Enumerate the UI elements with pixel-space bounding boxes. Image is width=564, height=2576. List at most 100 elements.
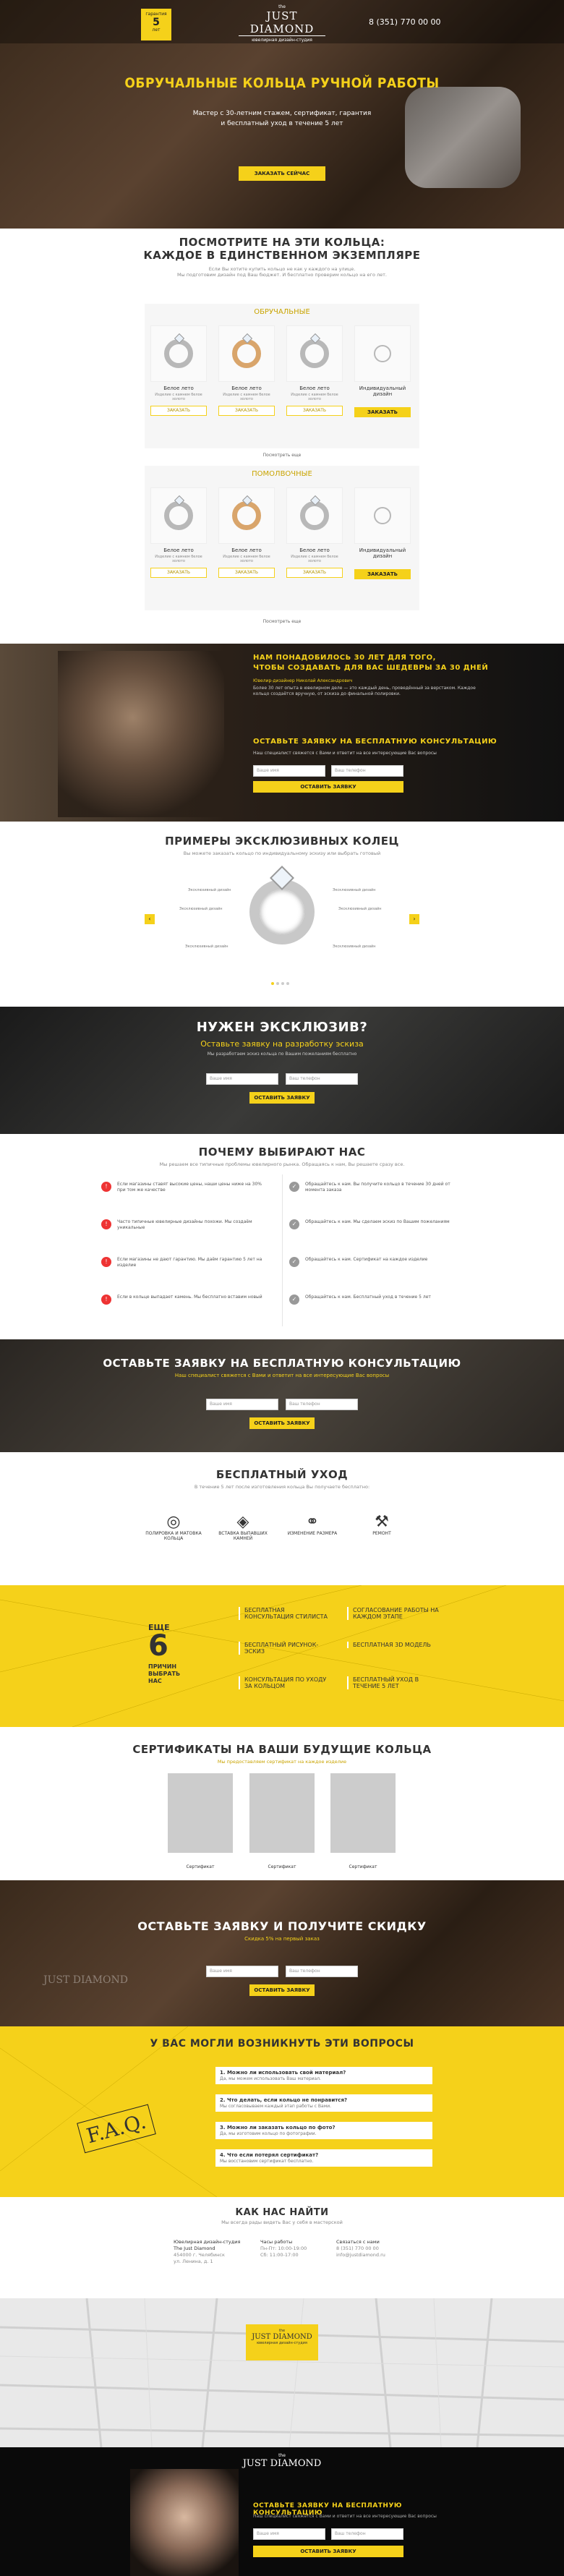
name-input[interactable]: Ваше имя [206,1966,278,1977]
slider-dot[interactable] [281,982,284,985]
ring-image [218,325,275,382]
faq-item[interactable]: 2. Что делать, если кольцо не понравится… [215,2094,432,2112]
ring-card[interactable]: Белое лето Изделие с камнем белое золото… [150,487,207,589]
slider-dot[interactable] [271,982,274,985]
ring-icon: ◎ [166,1513,181,1531]
ring-image [150,487,207,544]
certificate-image[interactable] [249,1773,315,1853]
ring-card[interactable]: Белое лето Изделие с камнем белое золото… [150,325,207,427]
problem-text: Если магазины не дают гарантию. Мы даём … [117,1257,262,1268]
reason-item: БЕСПЛАТНЫЙ УХОД В ТЕЧЕНИЕ 5 ЛЕТ [347,1676,441,1689]
order-button[interactable]: ЗАКАЗАТЬ [286,568,343,578]
hero-line2: и бесплатный уход в течение 5 лет [221,120,343,127]
why-title: ПОЧЕМУ ВЫБИРАЮТ НАС [198,1146,366,1159]
exclusive-section: НУЖЕН ЭКСКЛЮЗИВ? Оставьте заявку на разр… [0,1007,564,1134]
map-section[interactable]: the JUST DIAMOND ювелирная дизайн-студия [0,2298,564,2447]
header: гарантия 5 лет the JUST DIAMOND ювелирна… [0,0,564,43]
marker-logo-tag: ювелирная дизайн-студия [257,2341,307,2345]
example-label: Эксклюзивный дизайн [333,944,376,949]
group-engagement: ПОМОЛВОЧНЫЕ Белое лето Изделие с камнем … [145,466,419,610]
certs-section: СЕРТИФИКАТЫ НА ВАШИ БУДУЩИЕ КОЛЬЦА Мы пр… [0,1727,564,1880]
slider-dot[interactable] [286,982,289,985]
name-input[interactable]: Ваше имя [253,2528,325,2540]
custom-image [354,325,411,382]
example-label: Эксклюзивный дизайн [185,944,228,949]
ring-name: Белое лето [231,547,262,553]
faq-item[interactable]: 3. Можно ли заказать кольцо по фото? Да, … [215,2122,432,2139]
phone-input[interactable]: Ваш телефон [286,1966,358,1977]
consult-submit-button[interactable]: ОСТАВИТЬ ЗАЯВКУ [249,1417,315,1429]
solution-text: Обращайтесь к нам. Бесплатный уход в теч… [305,1295,431,1300]
faq-item[interactable]: 4. Что если потерял сертификат? Мы восста… [215,2149,432,2167]
footer-form-sub: Наш специалист свяжется с Вами и ответит… [253,2514,437,2519]
order-button[interactable]: ЗАКАЗАТЬ [354,407,411,417]
examples-sub: Вы можете заказать кольцо по индивидуаль… [183,850,381,856]
more-link[interactable]: Посмотреть еще [0,619,564,624]
why-section: ПОЧЕМУ ВЫБИРАЮТ НАС Мы решаем все типичн… [0,1134,564,1339]
slider-dots[interactable] [271,982,293,985]
reason-item: БЕСПЛАТНЫЙ РИСУНОК-ЭСКИЗ [239,1642,333,1655]
stone-icon: ◈ [236,1513,249,1531]
footer-submit-button[interactable]: ОСТАВИТЬ ЗАЯВКУ [253,2546,403,2557]
discount-submit-button[interactable]: ОСТАВИТЬ ЗАЯВКУ [249,1984,315,1996]
custom-design-card[interactable]: Индивидуальный дизайн ЗАКАЗАТЬ [354,487,411,589]
certificate-label: Сертификат [186,1864,215,1869]
ring-name: Белое лето [163,385,194,391]
care-title: БЕСПЛАТНЫЙ УХОД [215,1468,349,1481]
ring-card[interactable]: Белое лето Изделие с камнем белое золото… [218,487,275,589]
order-button[interactable]: ЗАКАЗАТЬ [354,569,411,579]
certs-sub: Мы предоставляем сертификат на каждое из… [217,1759,347,1765]
hammer-icon: ⚒ [375,1513,389,1531]
contact-line[interactable]: info@justdiamond.ru [336,2252,437,2259]
care-sub: В течение 5 лет после изготовления кольц… [194,1484,370,1490]
reasons-section: ЕЩЕ 6 ПРИЧИН ВЫБРАТЬ НАС БЕСПЛАТНАЯ КОНС… [0,1585,564,1727]
name-input[interactable]: Ваше имя [206,1073,278,1085]
next-arrow[interactable]: › [409,914,419,924]
phone-input[interactable]: Ваш телефон [331,2528,403,2540]
logo[interactable]: the JUST DIAMOND ювелирная дизайн-студия [239,4,325,43]
header-phone[interactable]: 8 (351) 770 00 00 [369,17,441,27]
custom-name: Индивидуальный дизайн [359,385,406,397]
certificate-image[interactable] [330,1773,396,1853]
exclusive-note: Мы разработаем эскиз кольца по Вашим пож… [207,1052,357,1057]
phone-input[interactable]: Ваш телефон [286,1073,358,1085]
master-form-title: ОСТАВЬТЕ ЗАЯВКУ НА БЕСПЛАТНУЮ КОНСУЛЬТАЦ… [253,738,497,746]
ring-name: Белое лето [299,385,330,391]
problem-icon: ! [101,1257,111,1267]
order-button[interactable]: ЗАКАЗАТЬ [150,568,207,578]
faq-question: 4. Что если потерял сертификат? [220,2152,319,2158]
master-submit-button[interactable]: ОСТАВИТЬ ЗАЯВКУ [253,781,403,793]
solution-icon: ✓ [289,1182,299,1192]
care-item: ⚒ РЕМОНТ [353,1513,411,1536]
phone-input[interactable]: Ваш телефон [331,765,403,777]
order-button[interactable]: ЗАКАЗАТЬ [218,406,275,416]
more-link[interactable]: Посмотреть еще [0,453,564,458]
why-divider [282,1174,283,1326]
ring-card[interactable]: Белое лето Изделие с камнем белое золото… [286,325,343,427]
solution-text: Обращайтесь к нам. Сертификат на каждое … [305,1257,428,1262]
footer-logo-top: the [278,2453,286,2458]
order-button[interactable]: ЗАКАЗАТЬ [286,406,343,416]
certificate-image[interactable] [168,1773,233,1853]
contact-line[interactable]: 8 (351) 770 00 00 [336,2246,437,2252]
name-input[interactable]: Ваше имя [206,1399,278,1410]
slider-dot[interactable] [276,982,279,985]
hero-order-button[interactable]: ЗАКАЗАТЬ СЕЙЧАС [239,166,325,181]
footer-logo: the JUST DIAMOND [239,2453,325,2469]
map-marker[interactable]: the JUST DIAMOND ювелирная дизайн-студия [246,2324,318,2360]
name-input[interactable]: Ваше имя [253,765,325,777]
faq-item[interactable]: 1. Можно ли использовать свой материал? Д… [215,2067,432,2084]
logo-tagline: ювелирная дизайн-студия [252,38,312,43]
prev-arrow[interactable]: ‹ [145,914,155,924]
ring-card[interactable]: Белое лето Изделие с камнем белое золото… [218,325,275,427]
order-button[interactable]: ЗАКАЗАТЬ [218,568,275,578]
exclusive-title: НУЖЕН ЭКСКЛЮЗИВ? [196,1020,368,1035]
ring-card[interactable]: Белое лето Изделие с камнем белое золото… [286,487,343,589]
problem-text: Часто типичные ювелирные дизайны похожи.… [117,1219,252,1230]
catalog-title-2: КАЖДОЕ В ЕДИНСТВЕННОМ ЭКЗЕМПЛЯРЕ [143,249,421,262]
contacts-sub: Мы всегда рады видеть Вас у себя в масте… [221,2219,343,2225]
exclusive-submit-button[interactable]: ОСТАВИТЬ ЗАЯВКУ [249,1092,315,1104]
phone-input[interactable]: Ваш телефон [286,1399,358,1410]
custom-design-card[interactable]: Индивидуальный дизайн ЗАКАЗАТЬ [354,325,411,427]
order-button[interactable]: ЗАКАЗАТЬ [150,406,207,416]
